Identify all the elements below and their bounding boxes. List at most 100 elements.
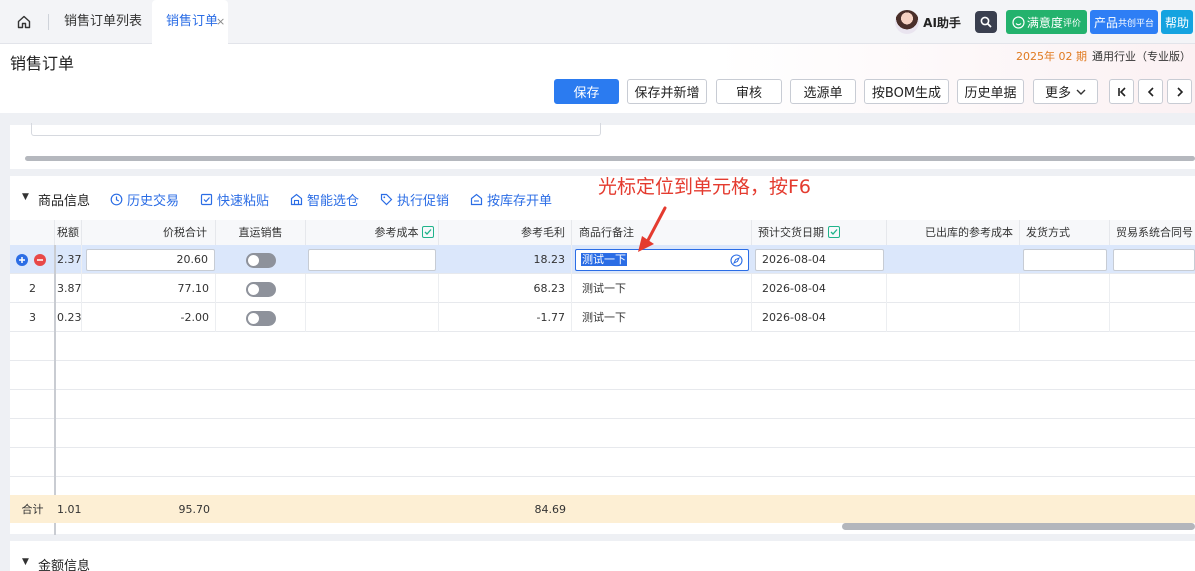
- col-tax[interactable]: 税额: [55, 220, 82, 245]
- promotion-label: 执行促销: [397, 194, 450, 209]
- table-row[interactable]: 2.37 20.60 18.23 测试一下 2026-08-04: [10, 245, 1195, 274]
- product-info-card: ▼ 商品信息 历史交易 快速粘贴 智能选仓 执行促销 按库存开单 税额 价税合计…: [10, 176, 1195, 535]
- memo-input[interactable]: [31, 123, 601, 136]
- first-record-button[interactable]: [1109, 79, 1134, 104]
- section-title: 商品信息: [38, 194, 91, 209]
- satisfaction-button[interactable]: 满意度 评价: [1005, 10, 1087, 34]
- first-page-icon: [1117, 86, 1126, 97]
- history-docs-button[interactable]: 历史单据: [957, 79, 1024, 104]
- product-cocreate-button[interactable]: 产品 共创平台: [1089, 10, 1158, 34]
- grid-header: 税额 价税合计 直运销售 参考成本 参考毛利 商品行备注 预计交货日期 已出库的…: [10, 220, 1195, 245]
- ship-method-input[interactable]: [1023, 249, 1107, 271]
- page-header: 销售订单 2025年 02 期 | 通用行业（专业版） 保存 保存并新增 审核 …: [0, 44, 1195, 113]
- collapse-caret-icon[interactable]: ▼: [22, 557, 29, 567]
- total-input[interactable]: 20.60: [86, 249, 215, 271]
- chevron-right-icon: [1176, 86, 1183, 97]
- cell-tax[interactable]: 2.37: [55, 245, 82, 274]
- summary-total: 95.70: [178, 503, 211, 516]
- help-button[interactable]: 帮助: [1160, 10, 1193, 34]
- home-button[interactable]: [0, 0, 48, 44]
- cell-ship-method[interactable]: [1020, 303, 1110, 332]
- top-tab-bar: 销售订单列表 销售订单 × AI助手 满意度 评价 产品 共创平台 帮助: [0, 0, 1195, 44]
- more-button[interactable]: 更多: [1033, 79, 1098, 104]
- cell-row-remark[interactable]: 测试一下: [572, 303, 752, 332]
- stock-order-label: 按库存开单: [487, 194, 553, 209]
- collapse-caret-icon[interactable]: ▼: [22, 192, 29, 202]
- save-and-new-button[interactable]: 保存并新增: [627, 79, 707, 104]
- col-trade-contract[interactable]: 贸易系统合同号: [1110, 220, 1195, 245]
- smile-icon: [1012, 15, 1025, 29]
- cell-ref-margin[interactable]: 18.23: [439, 245, 572, 274]
- add-row-icon[interactable]: [16, 254, 28, 266]
- col-ref-cost[interactable]: 参考成本: [306, 220, 439, 245]
- next-record-button[interactable]: [1167, 79, 1192, 104]
- smart-warehouse-label: 智能选仓: [307, 194, 360, 209]
- col-delivery-date[interactable]: 预计交货日期: [752, 220, 887, 245]
- tab-sales-order-list[interactable]: 销售订单列表: [64, 0, 142, 44]
- cell-ref-cost[interactable]: [306, 303, 439, 332]
- cell-total[interactable]: -2.00: [82, 303, 216, 332]
- promotion-link[interactable]: 执行促销: [380, 190, 449, 209]
- empty-row[interactable]: [10, 448, 1195, 477]
- cell-tax[interactable]: 0.23: [55, 303, 82, 332]
- cell-ref-margin[interactable]: -1.77: [439, 303, 572, 332]
- cell-row-remark[interactable]: 测试一下: [572, 274, 752, 303]
- direct-sale-toggle[interactable]: [246, 253, 276, 268]
- horizontal-scrollbar[interactable]: [842, 523, 1195, 530]
- annotation-text: 光标定位到单元格，按F6: [598, 176, 812, 198]
- direct-sale-toggle[interactable]: [246, 282, 276, 297]
- empty-row[interactable]: [10, 332, 1195, 361]
- cell-delivery-date[interactable]: 2026-08-04: [752, 303, 887, 332]
- history-trade-link[interactable]: 历史交易: [110, 190, 179, 209]
- delivery-date-input[interactable]: 2026-08-04: [755, 249, 884, 271]
- empty-row[interactable]: [10, 390, 1195, 419]
- cell-total[interactable]: 77.10: [82, 274, 216, 303]
- search-button[interactable]: [974, 11, 997, 33]
- trade-contract-input[interactable]: [1113, 249, 1195, 271]
- compass-icon[interactable]: [730, 254, 743, 267]
- audit-button[interactable]: 审核: [716, 79, 782, 104]
- warehouse-icon: [290, 193, 303, 206]
- direct-sale-toggle[interactable]: [246, 311, 276, 326]
- ai-assistant-label[interactable]: AI助手: [923, 14, 961, 31]
- upper-scrollbar[interactable]: [25, 156, 1195, 161]
- more-label: 更多: [1044, 86, 1071, 101]
- col-total[interactable]: 价税合计: [82, 220, 216, 245]
- smart-warehouse-link[interactable]: 智能选仓: [290, 190, 359, 209]
- cell-shipped-ref-cost[interactable]: [887, 303, 1020, 332]
- checkbox-checked-icon[interactable]: [827, 226, 840, 238]
- col-ship-method[interactable]: 发货方式: [1020, 220, 1110, 245]
- chevron-left-icon: [1147, 86, 1154, 97]
- prev-record-button[interactable]: [1138, 79, 1163, 104]
- empty-row[interactable]: [10, 419, 1195, 448]
- cell-ref-margin[interactable]: 68.23: [439, 274, 572, 303]
- close-icon[interactable]: ×: [216, 15, 225, 28]
- cell-delivery-date[interactable]: 2026-08-04: [752, 274, 887, 303]
- stock-order-link[interactable]: 按库存开单: [470, 190, 552, 209]
- delete-row-icon[interactable]: [34, 254, 46, 266]
- bom-generate-button[interactable]: 按BOM生成: [864, 79, 949, 104]
- table-row[interactable]: 2 3.87 77.10 68.23 测试一下 2026-08-04: [10, 274, 1195, 303]
- row-number: 3: [29, 311, 36, 324]
- checkbox-checked-icon[interactable]: [422, 226, 434, 238]
- ref-cost-input[interactable]: [308, 249, 436, 271]
- select-source-button[interactable]: 选源单: [790, 79, 856, 104]
- cell-shipped-ref-cost[interactable]: [887, 274, 1020, 303]
- cell-ship-method[interactable]: [1020, 274, 1110, 303]
- col-ref-margin[interactable]: 参考毛利: [439, 220, 572, 245]
- cell-ref-cost[interactable]: [306, 274, 439, 303]
- col-direct-sale[interactable]: 直运销售: [216, 220, 306, 245]
- cell-tax[interactable]: 3.87: [55, 274, 82, 303]
- table-row[interactable]: 3 0.23 -2.00 -1.77 测试一下 2026-08-04: [10, 303, 1195, 332]
- empty-row[interactable]: [10, 361, 1195, 390]
- product-label: 产品: [1093, 15, 1118, 30]
- satisfaction-suffix: 评价: [1062, 18, 1081, 29]
- ai-assistant-avatar[interactable]: [895, 10, 920, 34]
- save-button[interactable]: 保存: [554, 79, 619, 104]
- page-title: 销售订单: [10, 54, 75, 73]
- col-shipped-ref-cost[interactable]: 已出库的参考成本: [887, 220, 1020, 245]
- chevron-down-icon: [1076, 89, 1086, 95]
- search-icon: [980, 16, 992, 28]
- quick-paste-link[interactable]: 快速粘贴: [200, 190, 269, 209]
- summary-tax: 1.01: [57, 503, 82, 516]
